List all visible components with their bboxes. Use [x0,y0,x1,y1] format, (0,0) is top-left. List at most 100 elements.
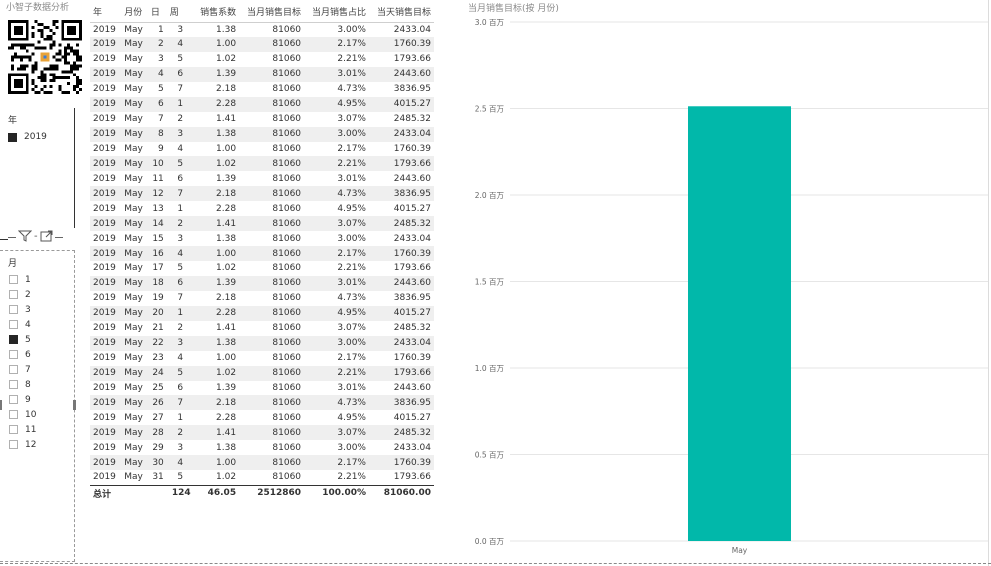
month-slicer-item-12[interactable]: 12 [0,437,74,452]
month-slicer-item-8[interactable]: 8 [0,377,74,392]
table-cell: 1.02 [193,156,240,172]
month-slicer-item-label: 2 [25,289,31,300]
table-row: 2019 May 11 6 1.39 81060 3.01% 2443.60 [90,171,434,186]
table-cell: 2 [166,216,194,232]
month-slicer: 月 1 2 3 4 5 6 7 8 9 10 11 12 [0,250,75,562]
table-cell: May [121,156,148,172]
report-canvas: 小智子数据分析 年 2019 - 月 1 2 3 4 5 6 7 8 9 10 11 12 年月份日周… [0,0,991,566]
table-cell: 2433.04 [368,126,434,142]
column-header[interactable]: 销售系数 [193,2,240,23]
table-cell: 2019 [90,96,122,112]
month-slicer-item-3[interactable]: 3 [0,302,74,317]
table-cell: 4015.27 [368,96,434,112]
table-row: 2019 May 14 2 1.41 81060 3.07% 2485.32 [90,216,434,232]
checkbox-icon[interactable] [9,275,18,284]
checkbox-icon[interactable] [9,305,18,314]
column-header[interactable]: 年 [90,2,122,23]
month-slicer-item-10[interactable]: 10 [0,407,74,422]
table-cell: 81060 [272,442,302,453]
year-slicer-item-2019[interactable]: 2019 [0,126,74,142]
checkbox-icon[interactable] [9,365,18,374]
table-cell: 81060 [272,412,302,423]
table-cell: 2.18 [216,84,237,95]
divider [988,0,989,566]
table-row: 2019 May 26 7 2.18 81060 4.73% 3836.95 [90,395,434,411]
x-tick-label: May [732,546,748,555]
table-cell: 19 [152,293,164,304]
table-cell: 1760.39 [368,246,434,261]
table-cell: 2019 [90,156,122,172]
checkbox-icon[interactable] [9,425,18,434]
table-total-cell: 总计 [90,484,122,502]
column-header[interactable]: 当月销售占比 [304,2,369,23]
table-cell: 26 [147,395,167,411]
table-cell: 2.28 [216,203,237,214]
checkbox-icon[interactable] [9,320,18,329]
column-header[interactable]: 月份 [121,2,148,23]
month-slicer-item-5[interactable]: 5 [0,332,74,347]
checkbox-icon[interactable] [9,380,18,389]
checkbox-icon[interactable] [9,440,18,449]
month-slicer-item-4[interactable]: 4 [0,317,74,332]
table-cell: 21 [152,323,164,334]
table-row: 2019 May 29 3 1.38 81060 3.00% 2433.04 [90,440,434,455]
column-header[interactable]: 周 [166,2,194,23]
table-cell: 1.38 [193,126,240,142]
table-cell: 1793.66 [393,263,431,274]
focus-mode-icon[interactable] [40,230,53,245]
checkbox-icon[interactable] [9,350,18,359]
table-cell: 2 [177,114,184,125]
month-slicer-item-11[interactable]: 11 [0,422,74,437]
table-cell: 2433.04 [393,24,431,35]
table-cell: 3.00% [304,335,369,351]
column-header[interactable]: 当天销售目标 [368,2,434,23]
checkbox-icon[interactable] [9,395,18,404]
resize-handle[interactable] [0,400,2,410]
table-cell: 1.38 [216,24,237,35]
more-options-icon[interactable]: - [34,230,38,244]
y-tick-label: 2.5 百万 [475,105,505,114]
checkbox-icon[interactable] [9,290,18,299]
month-slicer-item-1[interactable]: 1 [0,272,74,287]
table-total-cell: 2512860 [239,484,305,502]
divider [54,236,63,238]
column-header[interactable]: 当月销售目标 [239,2,305,23]
table-total-cell: 81060.00 [368,484,434,502]
month-slicer-item-2[interactable]: 2 [0,287,74,302]
table-cell: 2019 [90,425,122,441]
checkbox-checked-icon[interactable] [9,335,18,344]
table-row: 2019 May 2 4 1.00 81060 2.17% 1760.39 [90,36,434,52]
column-header[interactable]: 日 [147,2,167,23]
table-cell: 2433.04 [368,335,434,351]
table-cell: 5 [177,263,184,274]
table-cell: 25 [152,382,164,393]
table-cell: 3 [177,442,184,453]
table-row: 2019 May 4 6 1.39 81060 3.01% 2443.60 [90,66,434,82]
table-cell: 9 [158,143,164,154]
table-cell: 27 [152,412,164,423]
month-slicer-item-label: 7 [25,364,31,375]
table-cell: 2.21% [337,472,366,483]
table-cell: 1 [177,412,184,423]
y-tick-label: 0.0 百万 [475,537,505,546]
month-slicer-item-label: 9 [25,394,31,405]
checkbox-icon[interactable] [9,410,18,419]
filter-icon[interactable] [17,230,33,245]
month-slicer-item-6[interactable]: 6 [0,347,74,362]
table-row: 2019 May 16 4 1.00 81060 2.17% 1760.39 [90,246,434,261]
table-cell: 17 [152,263,164,274]
table-cell: 3 [177,233,184,244]
table-cell: 1.00 [216,143,237,154]
year-slicer: 年 2019 [0,108,75,240]
table-cell: May [121,425,148,441]
bar-May[interactable] [688,106,791,542]
table-cell: 3836.95 [393,84,431,95]
checkbox-checked-icon[interactable] [8,132,17,142]
table-cell: 12 [147,186,167,202]
qr-code-image [8,20,82,94]
resize-handle[interactable] [73,400,76,410]
table-cell: 81060 [239,156,305,172]
month-slicer-item-9[interactable]: 9 [0,392,74,407]
table-cell: 81060 [239,126,305,142]
month-slicer-item-7[interactable]: 7 [0,362,74,377]
